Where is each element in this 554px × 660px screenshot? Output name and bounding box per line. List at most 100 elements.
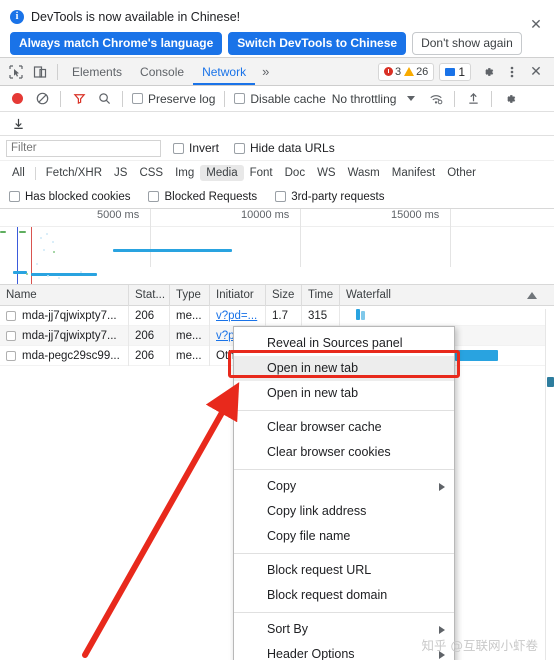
disable-cache-checkbox[interactable]: Disable cache — [231, 92, 328, 106]
menu-item-open-in-new-tab-primary[interactable]: Open in new tab — [234, 356, 454, 381]
row-checkbox[interactable] — [6, 310, 16, 321]
checkbox-box — [234, 142, 246, 154]
menu-item-block-request-url[interactable]: Block request URL — [234, 558, 454, 583]
menu-item-clear-browser-cookies[interactable]: Clear browser cookies — [234, 440, 454, 465]
always-match-chrome-language-button[interactable]: Always match Chrome's language — [10, 32, 223, 55]
type-filter-ws[interactable]: WS — [311, 165, 342, 181]
row-checkbox[interactable] — [6, 350, 16, 361]
kebab-menu-icon[interactable] — [500, 60, 524, 84]
request-name: mda-jj7qjwixpty7... — [22, 329, 117, 342]
type-filter-media[interactable]: Media — [200, 165, 244, 181]
overview-request-bar — [113, 249, 232, 252]
type-filter-manifest[interactable]: Manifest — [386, 165, 441, 181]
overview-request-bar — [19, 231, 26, 233]
hide-data-urls-checkbox[interactable]: Hide data URLs — [231, 141, 338, 155]
preserve-log-checkbox[interactable]: Preserve log — [129, 92, 218, 106]
network-settings-gear-icon[interactable] — [498, 87, 522, 111]
menu-item-copy-link-address[interactable]: Copy link address — [234, 499, 454, 524]
tab-console[interactable]: Console — [131, 58, 193, 85]
clear-icon[interactable] — [30, 87, 54, 111]
overview-request-bar — [13, 271, 27, 274]
type-filter-css[interactable]: CSS — [133, 165, 169, 181]
caret-down-icon[interactable] — [399, 87, 423, 111]
toolbar-divider — [60, 90, 61, 107]
search-icon[interactable] — [92, 87, 116, 111]
request-name-cell[interactable]: mda-jj7qjwixpty7... — [0, 305, 129, 326]
type-filter-font[interactable]: Font — [244, 165, 279, 181]
menu-item-copy-file-name[interactable]: Copy file name — [234, 524, 454, 549]
menu-item-copy[interactable]: Copy — [234, 474, 454, 499]
throttling-select[interactable]: No throttling — [330, 92, 399, 106]
type-filter-img[interactable]: Img — [169, 165, 200, 181]
wifi-icon[interactable] — [424, 87, 448, 111]
request-initiator[interactable]: v?pd=... — [210, 305, 266, 326]
menu-item-header-options-label: Header Options — [267, 647, 355, 660]
type-filter-all[interactable]: All — [6, 165, 31, 181]
checkbox-box — [275, 191, 287, 202]
vertical-scrollbar[interactable] — [545, 309, 554, 660]
type-filter-wasm[interactable]: Wasm — [342, 165, 386, 181]
switch-devtools-to-chinese-button[interactable]: Switch DevTools to Chinese — [228, 32, 407, 55]
resource-type-filters: All Fetch/XHR JS CSS Img Media Font Doc … — [0, 161, 554, 185]
menu-separator — [234, 410, 454, 411]
column-header-time[interactable]: Time — [302, 284, 340, 306]
third-party-requests-checkbox[interactable]: 3rd-party requests — [272, 191, 387, 203]
column-header-type[interactable]: Type — [170, 284, 210, 306]
dont-show-again-button[interactable]: Don't show again — [412, 32, 522, 55]
overview-request-bar — [0, 231, 6, 233]
column-header-waterfall[interactable]: Waterfall — [340, 285, 545, 306]
sort-ascending-icon[interactable] — [527, 291, 537, 299]
blocked-requests-label: Blocked Requests — [164, 190, 258, 203]
invert-label: Invert — [189, 141, 220, 155]
table-row[interactable]: mda-jj7qjwixpty7... 206 me... v?pd=... 1… — [0, 305, 554, 326]
export-row — [0, 112, 554, 136]
menu-item-open-in-new-tab-secondary[interactable]: Open in new tab — [234, 381, 454, 406]
column-header-initiator[interactable]: Initiator — [210, 284, 266, 306]
filter-input[interactable] — [6, 139, 161, 157]
column-header-status[interactable]: Stat... — [129, 284, 170, 306]
error-count: 3 — [394, 65, 402, 78]
import-har-icon[interactable] — [461, 87, 485, 111]
column-header-size[interactable]: Size — [266, 284, 302, 306]
type-filter-js[interactable]: JS — [108, 165, 133, 181]
tab-elements[interactable]: Elements — [63, 58, 131, 85]
type-filter-fetch-xhr[interactable]: Fetch/XHR — [40, 165, 108, 181]
tab-network[interactable]: Network — [193, 58, 256, 85]
column-header-name[interactable]: Name — [0, 284, 129, 306]
error-badge[interactable]: 3 — [383, 65, 402, 78]
invert-checkbox[interactable]: Invert — [170, 141, 222, 155]
menu-item-block-request-domain[interactable]: Block request domain — [234, 583, 454, 608]
request-type: me... — [170, 325, 210, 346]
request-context-menu[interactable]: Reveal in Sources panel Open in new tab … — [233, 326, 455, 660]
blocked-requests-checkbox[interactable]: Blocked Requests — [145, 191, 260, 203]
network-overview-timeline[interactable]: 5000 ms 10000 ms 15000 ms — [0, 209, 554, 285]
message-badge[interactable]: 1 — [439, 62, 471, 81]
filter-icon[interactable] — [67, 87, 91, 111]
row-checkbox[interactable] — [6, 330, 16, 341]
request-name-cell[interactable]: mda-pegc29sc99... — [0, 345, 129, 366]
close-devtools-icon[interactable]: ✕ — [524, 60, 548, 84]
record-icon[interactable] — [5, 87, 29, 111]
more-tabs-icon[interactable]: » — [255, 64, 276, 79]
info-icon: i — [10, 10, 24, 24]
device-toolbar-icon[interactable] — [28, 60, 52, 84]
checkbox-box — [173, 142, 184, 154]
type-filter-other[interactable]: Other — [441, 165, 482, 181]
close-icon[interactable]: ✕ — [528, 17, 544, 33]
has-blocked-cookies-label: Has blocked cookies — [25, 190, 131, 203]
menu-item-clear-browser-cache[interactable]: Clear browser cache — [234, 415, 454, 440]
scrollbar-thumb[interactable] — [547, 377, 554, 387]
request-type: me... — [170, 345, 210, 366]
menu-item-copy-label: Copy — [267, 479, 297, 493]
export-har-icon[interactable] — [6, 112, 30, 136]
menu-item-reveal-in-sources-panel[interactable]: Reveal in Sources panel — [234, 331, 454, 356]
gear-icon[interactable] — [476, 60, 500, 84]
request-name-cell[interactable]: mda-jj7qjwixpty7... — [0, 325, 129, 346]
warning-badge[interactable]: 26 — [404, 66, 428, 78]
inspect-element-icon[interactable] — [4, 60, 28, 84]
has-blocked-cookies-checkbox[interactable]: Has blocked cookies — [6, 191, 133, 203]
type-filter-doc[interactable]: Doc — [279, 165, 311, 181]
toolbar-divider — [122, 90, 123, 107]
checkbox-box — [234, 93, 246, 104]
issues-badge-group[interactable]: 3 26 — [377, 62, 435, 81]
